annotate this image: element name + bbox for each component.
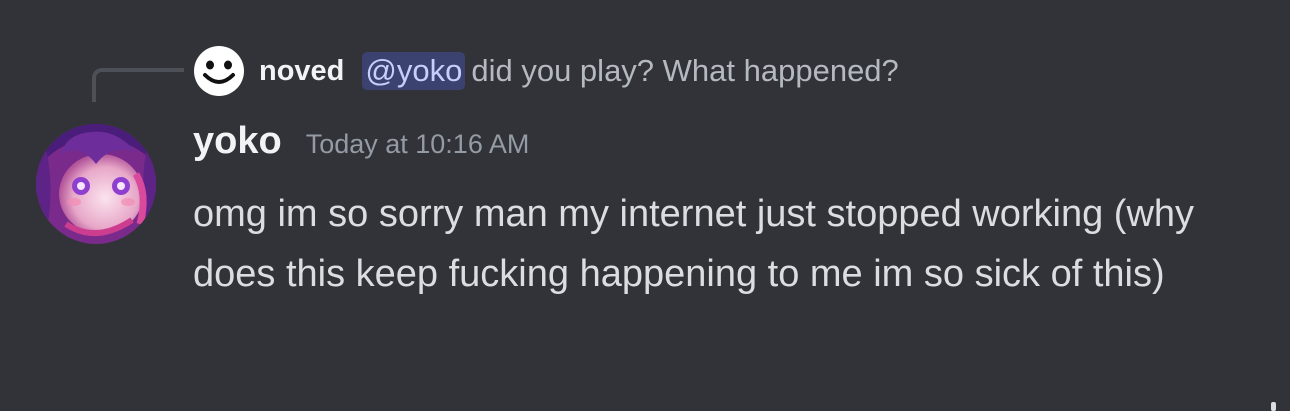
reply-author-name[interactable]: noved: [259, 55, 344, 88]
message-header: yoko Today at 10:16 AM: [193, 120, 529, 176]
reply-message-text: did you play? What happened?: [471, 53, 899, 88]
smiley-face-icon[interactable]: [193, 45, 245, 97]
user-mention[interactable]: @yoko: [362, 52, 466, 90]
message-author-name[interactable]: yoko: [193, 120, 282, 163]
message-timestamp[interactable]: Today at 10:16 AM: [306, 129, 530, 160]
anime-avatar-icon[interactable]: [36, 124, 156, 244]
reply-preview[interactable]: noved @yoko did you play? What happened?: [193, 44, 899, 98]
scrollbar-thumb[interactable]: [1271, 402, 1276, 411]
reply-connector-line: [92, 68, 184, 102]
message-content: omg im so sorry man my internet just sto…: [193, 193, 1195, 295]
chat-message-area: noved @yoko did you play? What happened?: [0, 0, 1290, 411]
